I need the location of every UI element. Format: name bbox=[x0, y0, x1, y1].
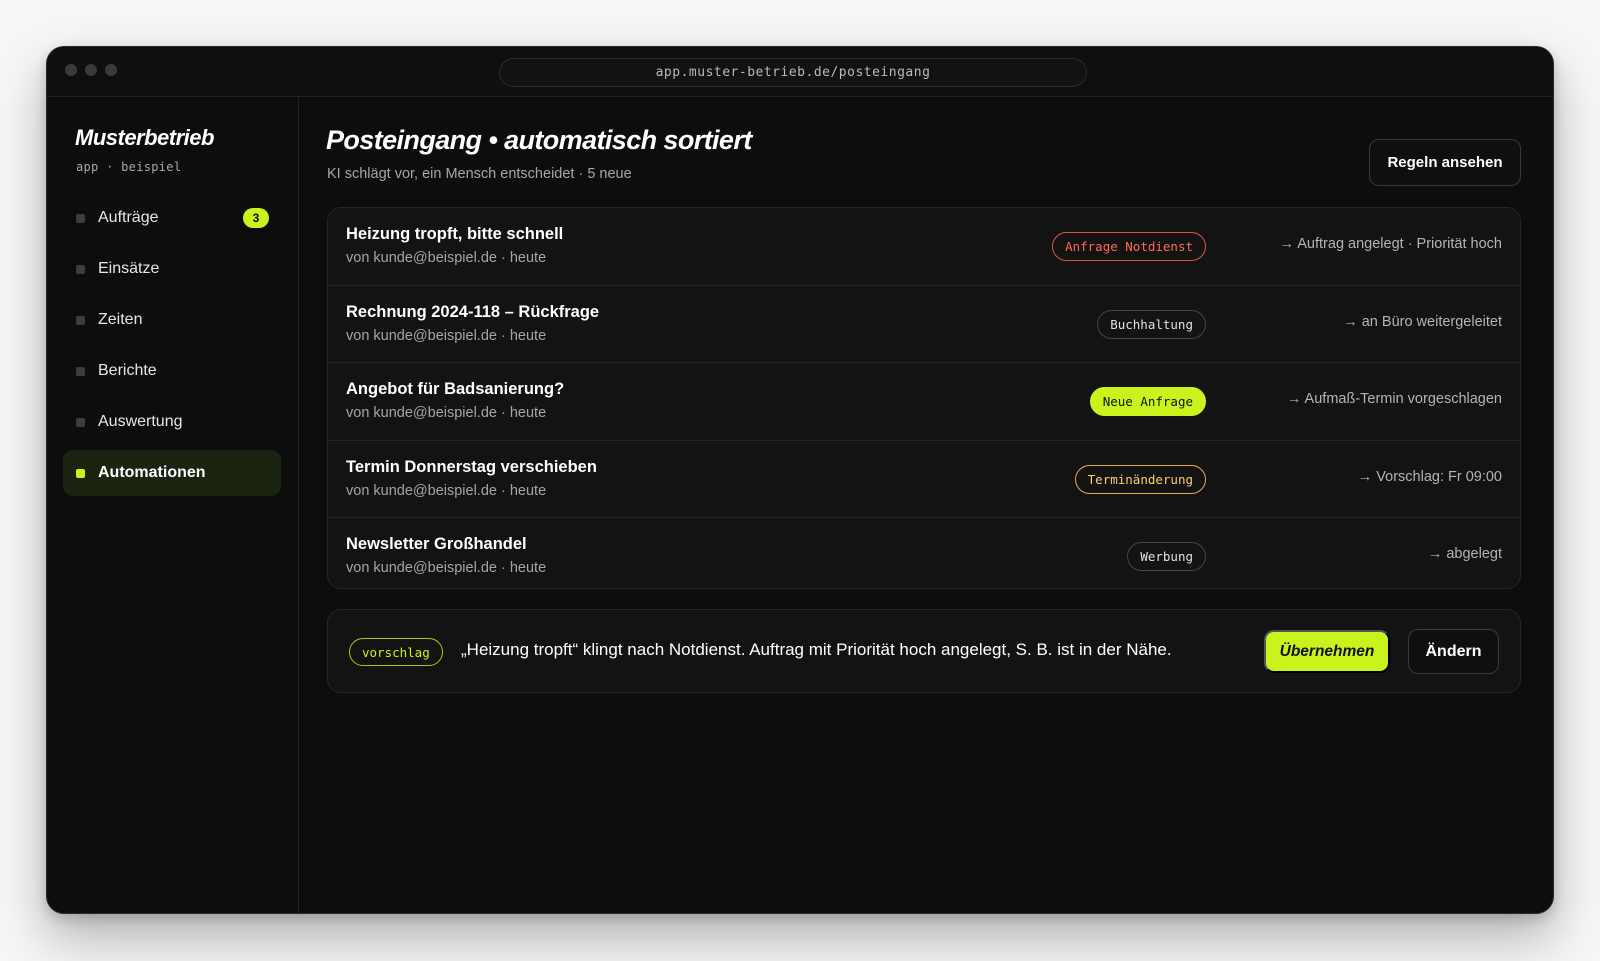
sidebar-nav: Aufträge 3 Einsätze Zeiten Berichte Ausw… bbox=[63, 195, 281, 501]
sidebar-item-auswertung[interactable]: Auswertung bbox=[63, 399, 281, 445]
mail-subject: Angebot für Badsanierung? bbox=[346, 380, 565, 399]
count-badge: 3 bbox=[243, 208, 269, 228]
sidebar-item-label: Berichte bbox=[98, 362, 157, 379]
mail-row[interactable]: Angebot für Badsanierung? von kunde@beis… bbox=[328, 363, 1520, 441]
mail-meta: von kunde@beispiel.de · heute bbox=[346, 560, 547, 577]
app-window: app.muster-betrieb.de/posteingang Muster… bbox=[46, 46, 1554, 914]
sidebar-item-zeiten[interactable]: Zeiten bbox=[63, 297, 281, 343]
suggestion-text: „Heizung tropft“ klingt nach Notdienst. … bbox=[461, 640, 1172, 659]
mail-action: → an Büro weitergeleitet bbox=[1343, 313, 1502, 330]
sidebar-item-label: Einsätze bbox=[98, 260, 160, 277]
accept-suggestion-button[interactable]: Übernehmen bbox=[1264, 630, 1390, 673]
sidebar-item-label: Automationen bbox=[98, 464, 206, 481]
mail-row[interactable]: Heizung tropft, bitte schnell von kunde@… bbox=[328, 208, 1520, 286]
sidebar-item-berichte[interactable]: Berichte bbox=[63, 348, 281, 394]
nav-bullet-icon bbox=[76, 214, 85, 223]
category-tag: Neue Anfrage bbox=[1089, 387, 1206, 417]
suggestion-tag: vorschlag bbox=[349, 638, 443, 666]
inbox-list: Heizung tropft, bitte schnell von kunde@… bbox=[327, 207, 1521, 589]
mail-meta: von kunde@beispiel.de · heute bbox=[346, 482, 547, 499]
nav-bullet-icon bbox=[76, 316, 85, 325]
sidebar-item-label: Auswertung bbox=[98, 413, 183, 430]
sidebar-item-label: Aufträge bbox=[98, 209, 159, 226]
nav-bullet-icon bbox=[76, 418, 85, 427]
category-tag: Werbung bbox=[1127, 542, 1206, 572]
mail-subject: Termin Donnerstag verschieben bbox=[346, 457, 597, 476]
page-subtitle: KI schlägt vor, ein Mensch entscheidet ·… bbox=[327, 166, 632, 182]
category-tag: Anfrage Notdienst bbox=[1052, 232, 1206, 261]
category-tag: Buchhaltung bbox=[1097, 309, 1206, 339]
mail-meta: von kunde@beispiel.de · heute bbox=[346, 250, 547, 266]
mail-action: → Vorschlag: Fr 09:00 bbox=[1357, 468, 1502, 485]
sidebar-item-label: Zeiten bbox=[98, 311, 143, 328]
mail-action: → Aufmaß-Termin vorgeschlagen bbox=[1286, 391, 1502, 408]
window-minimize-dot[interactable] bbox=[85, 64, 97, 76]
mail-action: → Auftrag angelegt · Priorität hoch bbox=[1279, 236, 1502, 252]
category-tag: Terminänderung bbox=[1074, 464, 1206, 494]
view-rules-button[interactable]: Regeln ansehen bbox=[1369, 139, 1521, 186]
sidebar-item-automationen[interactable]: Automationen bbox=[63, 450, 281, 496]
mail-subject: Rechnung 2024-118 – Rückfrage bbox=[346, 302, 600, 321]
mail-subject: Heizung tropft, bitte schnell bbox=[346, 225, 564, 243]
sidebar: Musterbetrieb app · beispiel Aufträge 3 … bbox=[47, 97, 299, 913]
mail-row[interactable]: Termin Donnerstag verschieben von kunde@… bbox=[328, 441, 1520, 519]
window-maximize-dot[interactable] bbox=[105, 64, 117, 76]
brand-name: Musterbetrieb bbox=[75, 125, 214, 150]
main-content: Posteingang • automatisch sortiert KI sc… bbox=[300, 97, 1553, 913]
page-title: Posteingang • automatisch sortiert bbox=[326, 125, 752, 155]
mail-action: → abgelegt bbox=[1427, 546, 1502, 563]
nav-bullet-icon bbox=[76, 367, 85, 376]
brand-subtitle: app · beispiel bbox=[76, 160, 182, 174]
mail-row[interactable]: Newsletter Großhandel von kunde@beispiel… bbox=[328, 518, 1520, 588]
nav-bullet-icon bbox=[76, 265, 85, 274]
mail-meta: von kunde@beispiel.de · heute bbox=[346, 405, 547, 422]
titlebar: app.muster-betrieb.de/posteingang bbox=[47, 47, 1553, 97]
mail-subject: Newsletter Großhandel bbox=[346, 535, 527, 554]
mail-row[interactable]: Rechnung 2024-118 – Rückfrage von kunde@… bbox=[328, 286, 1520, 364]
sidebar-item-einsaetze[interactable]: Einsätze bbox=[63, 246, 281, 292]
sidebar-item-auftraege[interactable]: Aufträge 3 bbox=[63, 195, 281, 241]
window-close-dot[interactable] bbox=[65, 64, 77, 76]
address-bar[interactable]: app.muster-betrieb.de/posteingang bbox=[499, 58, 1087, 87]
ai-suggestion-card: vorschlag „Heizung tropft“ klingt nach N… bbox=[327, 609, 1521, 693]
mail-meta: von kunde@beispiel.de · heute bbox=[346, 327, 547, 344]
change-suggestion-button[interactable]: Ändern bbox=[1408, 629, 1499, 674]
nav-bullet-icon bbox=[76, 469, 85, 478]
